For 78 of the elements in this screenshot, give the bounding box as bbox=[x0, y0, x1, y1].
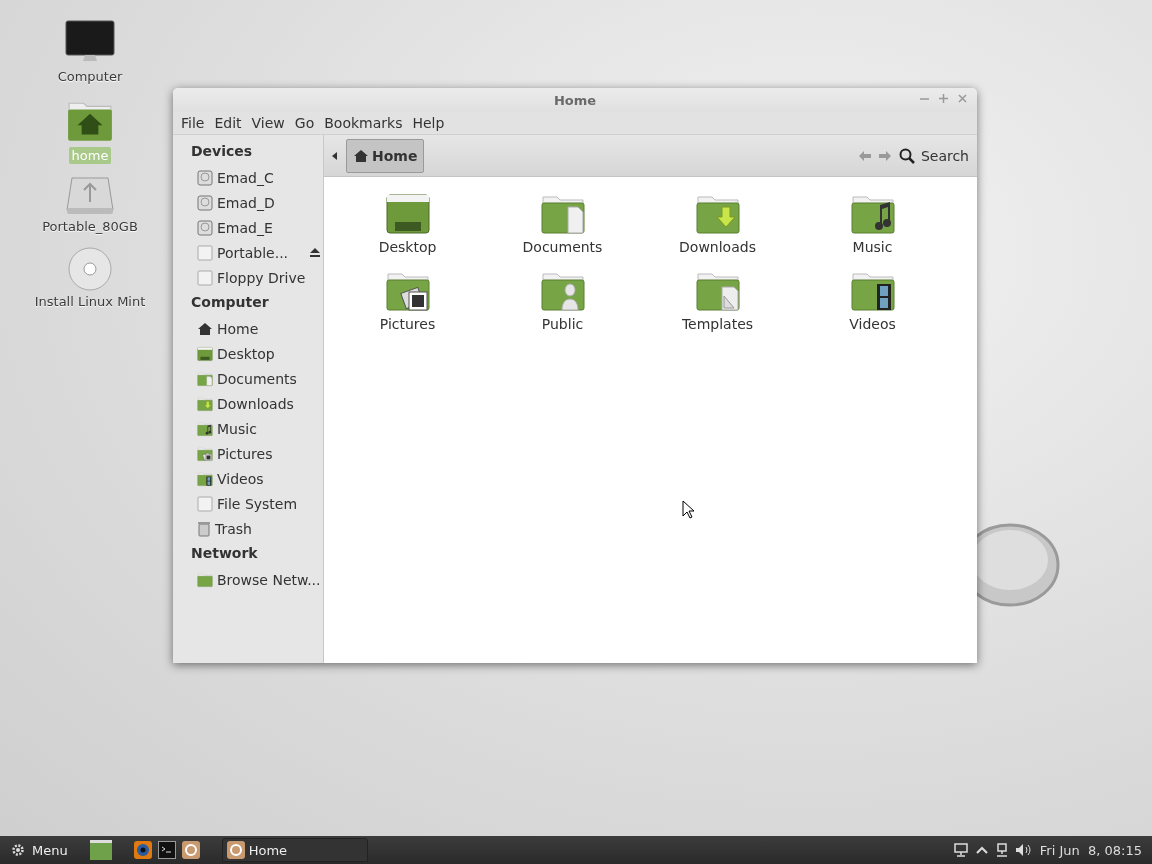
desktop-folder-icon bbox=[197, 345, 213, 362]
launcher-button[interactable] bbox=[181, 841, 200, 859]
home-icon bbox=[353, 147, 369, 164]
gear-icon bbox=[10, 842, 26, 858]
sidebar-item[interactable]: Floppy Drive bbox=[217, 269, 306, 286]
sidebar-item[interactable]: Pictures bbox=[217, 445, 273, 462]
sidebar-item[interactable]: Videos bbox=[217, 470, 264, 487]
sidebar-item[interactable]: Music bbox=[217, 420, 257, 437]
network-icon[interactable] bbox=[995, 843, 1008, 857]
menu-item[interactable]: Go bbox=[290, 115, 319, 131]
search-button[interactable]: Search bbox=[898, 147, 969, 164]
launcher-button[interactable] bbox=[133, 841, 152, 859]
network-folder-icon bbox=[197, 571, 213, 588]
network-icon[interactable] bbox=[953, 843, 968, 857]
menu-button[interactable]: Menu bbox=[6, 842, 72, 858]
launcher-button[interactable] bbox=[89, 840, 112, 860]
trash-icon bbox=[197, 520, 211, 537]
sidebar-item[interactable]: Home bbox=[217, 320, 259, 337]
menu-item[interactable]: File bbox=[177, 115, 209, 131]
sidebar-item[interactable]: Documents bbox=[217, 370, 297, 387]
music-folder-icon bbox=[197, 420, 213, 437]
desktop-icon bbox=[89, 840, 112, 860]
sidebar-item[interactable]: Downloads bbox=[217, 395, 294, 412]
sidebar-item[interactable]: File System bbox=[217, 495, 298, 512]
pictures-folder-icon bbox=[197, 445, 213, 462]
file-label[interactable]: Desktop bbox=[378, 239, 437, 255]
drive-icon bbox=[197, 495, 213, 512]
file-label[interactable]: Videos bbox=[849, 316, 896, 332]
eye-icon bbox=[133, 841, 152, 859]
drive-icon bbox=[197, 269, 213, 286]
launcher-button[interactable] bbox=[157, 841, 176, 859]
usb-drive-icon bbox=[66, 176, 114, 216]
file-label[interactable]: Public bbox=[541, 316, 584, 332]
menu-item[interactable]: Edit bbox=[210, 115, 246, 131]
sidebar-item[interactable]: Desktop bbox=[217, 345, 275, 362]
path-button[interactable]: Home bbox=[346, 138, 425, 173]
file-label[interactable]: Music bbox=[852, 239, 893, 255]
home-icon bbox=[197, 320, 213, 337]
file-label[interactable]: Pictures bbox=[379, 316, 436, 332]
menu-item[interactable]: Bookmarks bbox=[320, 115, 407, 131]
desktop-icon-label[interactable]: Computer bbox=[54, 68, 126, 85]
sidebar-item[interactable]: Portable... bbox=[217, 244, 289, 261]
terminal-icon bbox=[157, 841, 176, 859]
volume-icon[interactable] bbox=[1015, 844, 1032, 856]
hard-drive-icon bbox=[197, 194, 213, 211]
file-label[interactable]: Templates bbox=[681, 316, 754, 332]
file-label[interactable]: Downloads bbox=[679, 239, 756, 255]
sidebar-heading: Computer bbox=[190, 293, 270, 312]
sidebar-item[interactable]: Browse Netw... bbox=[217, 571, 321, 588]
clock[interactable]: Fri Jun 8, 08:15 bbox=[1039, 842, 1142, 858]
sidebar-item[interactable]: Emad_D bbox=[217, 194, 275, 211]
search-icon bbox=[898, 147, 915, 164]
menu-item[interactable]: View bbox=[247, 115, 289, 131]
documents-folder-icon bbox=[197, 370, 213, 387]
mouse-pointer-icon bbox=[682, 500, 694, 519]
hard-drive-icon bbox=[197, 219, 213, 236]
back-arrow-icon[interactable] bbox=[332, 151, 338, 160]
sidebar-item[interactable]: Emad_E bbox=[217, 219, 273, 236]
sidebar-item[interactable]: Emad_C bbox=[217, 169, 274, 186]
folder-app-icon bbox=[226, 841, 245, 859]
hard-drive-icon bbox=[197, 169, 213, 186]
desktop-folder-icon bbox=[384, 191, 431, 237]
file-label[interactable]: Documents bbox=[522, 239, 603, 255]
desktop-icon-label[interactable]: Install Linux Mint bbox=[31, 293, 149, 310]
drive-icon bbox=[197, 244, 213, 261]
taskbar-window-button[interactable]: Home bbox=[221, 838, 368, 862]
folder-app-icon bbox=[181, 841, 200, 859]
sidebar-item[interactable]: Trash bbox=[215, 520, 252, 537]
desktop-icon-label[interactable]: Portable_80GB bbox=[39, 218, 141, 235]
sidebar-heading: Network bbox=[190, 544, 259, 563]
videos-folder-icon bbox=[197, 470, 213, 487]
sidebar-heading: Devices bbox=[190, 142, 254, 161]
caret-icon[interactable] bbox=[975, 846, 988, 854]
disc-icon bbox=[68, 247, 112, 291]
menu-item[interactable]: Help bbox=[408, 115, 449, 131]
downloads-folder-icon bbox=[197, 395, 213, 412]
window-title: Home bbox=[553, 92, 597, 108]
eject-icon[interactable] bbox=[310, 248, 320, 257]
